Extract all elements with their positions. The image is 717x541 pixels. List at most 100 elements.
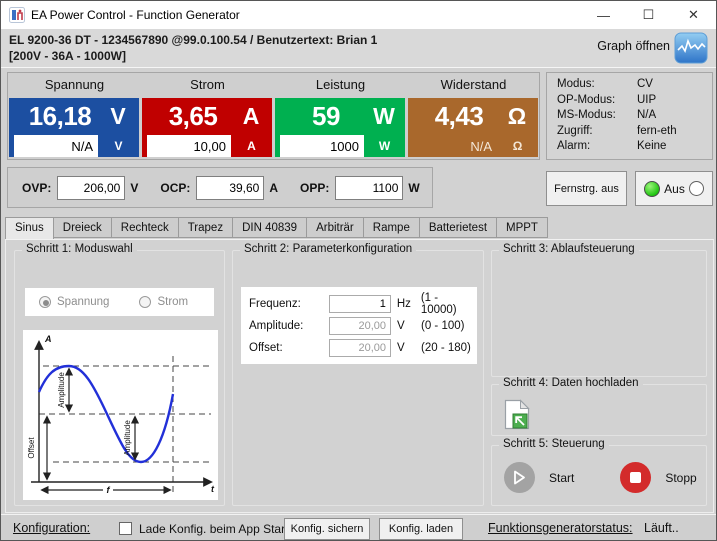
function-tabstrip: Sinus Dreieck Rechteck Trapez DIN 40839 … (5, 217, 548, 239)
device-info-line: EL 9200-36 DT - 1234567890 @99.0.100.54 … (9, 33, 377, 47)
radio-current-icon (139, 296, 151, 308)
access-value: fern-eth (637, 125, 677, 141)
radio-voltage-label: Spannung (57, 296, 109, 308)
step3-group: Schritt 3: Ablaufsteuerung (491, 250, 707, 377)
ocp-input[interactable] (196, 176, 264, 200)
ovp-label: OVP: (22, 181, 51, 195)
output-state-label: Aus (664, 182, 685, 196)
radio-voltage[interactable]: Spannung (39, 296, 109, 308)
tab-trapez[interactable]: Trapez (179, 217, 233, 238)
current-column: Strom 3,65 A A (141, 73, 274, 159)
measurement-block: Spannung 16,18 V V Strom 3,65 A (7, 72, 540, 160)
graph-icon[interactable] (674, 32, 708, 64)
frequency-label: f (107, 485, 111, 495)
frequency-range: (1 - 10000) (421, 292, 477, 316)
step4-title: Schritt 4: Daten hochladen (499, 377, 643, 389)
resistance-header: Widerstand (407, 73, 540, 97)
load-config-checkbox[interactable] (119, 522, 132, 535)
power-set-unit: W (364, 139, 405, 153)
tab-mppt[interactable]: MPPT (497, 217, 548, 238)
opp-unit: W (408, 181, 419, 195)
frequency-unit: Hz (397, 298, 421, 310)
ovp-input[interactable] (57, 176, 125, 200)
voltage-set-input[interactable] (14, 135, 98, 157)
configuration-link[interactable]: Konfiguration: (13, 521, 90, 535)
power-column: Leistung 59 W W (274, 73, 407, 159)
diagram-y-axis-label: A (44, 334, 52, 344)
tab-arbitraer[interactable]: Arbiträr (307, 217, 364, 238)
tab-sinus[interactable]: Sinus (5, 217, 54, 239)
stop-label: Stopp (665, 471, 696, 485)
tab-rechteck[interactable]: Rechteck (112, 217, 179, 238)
amplitude-unit: V (397, 320, 421, 332)
step1-title: Schritt 1: Moduswahl (22, 243, 137, 255)
current-set-input[interactable] (147, 135, 231, 157)
access-label: Zugriff: (557, 125, 637, 141)
generator-status-value: Läuft.. (644, 521, 679, 535)
radio-current[interactable]: Strom (139, 296, 188, 308)
power-set-input[interactable] (280, 135, 364, 157)
current-actual-value: 3,65 (142, 101, 230, 132)
upload-file-icon[interactable] (504, 399, 530, 430)
start-label: Start (549, 471, 574, 485)
step5-group: Schritt 5: Steuerung Start Stopp (491, 445, 707, 506)
protection-panel: OVP: V OCP: A OPP: W (7, 167, 433, 208)
mode-select-box: Spannung Strom (25, 288, 214, 316)
open-graph-button[interactable]: Graph öffnen (597, 39, 670, 53)
op-mode-label: OP-Modus: (557, 94, 637, 110)
tab-rampe[interactable]: Rampe (364, 217, 420, 238)
step1-group: Schritt 1: Moduswahl Spannung Strom (14, 250, 225, 506)
resistance-set-value: N/A (413, 139, 497, 154)
load-config-button[interactable]: Konfig. laden (379, 518, 463, 540)
radio-voltage-icon (39, 296, 51, 308)
offset-input[interactable] (329, 339, 391, 357)
tab-batterietest[interactable]: Batterietest (420, 217, 497, 238)
radio-current-label: Strom (157, 296, 188, 308)
offset-unit: V (397, 342, 421, 354)
opp-input[interactable] (335, 176, 403, 200)
led-off-icon (689, 181, 704, 196)
stop-icon[interactable] (620, 462, 651, 493)
maximize-icon[interactable]: ☐ (626, 1, 671, 29)
power-header: Leistung (274, 73, 407, 97)
generator-status-link[interactable]: Funktionsgeneratorstatus: (488, 521, 633, 535)
voltage-header: Spannung (8, 73, 141, 97)
amplitude-input[interactable] (329, 317, 391, 335)
step2-group: Schritt 2: Parameterkonfiguration Freque… (232, 250, 484, 506)
app-window: EA Power Control - Function Generator — … (0, 0, 717, 541)
frequency-input[interactable] (329, 295, 391, 313)
resistance-panel: 4,43 Ω N/A Ω (408, 98, 538, 157)
amplitude-label: Amplitude: (249, 320, 329, 332)
amplitude-label-bottom: Amplitude (123, 420, 132, 456)
alarm-label: Alarm: (557, 140, 637, 156)
voltage-set-unit: V (98, 139, 139, 153)
window-title: EA Power Control - Function Generator (31, 8, 240, 22)
amplitude-label-top: Amplitude (57, 372, 66, 408)
ocp-unit: A (269, 181, 278, 195)
current-header: Strom (141, 73, 274, 97)
save-config-button[interactable]: Konfig. sichern (284, 518, 370, 540)
op-mode-value: UIP (637, 94, 656, 110)
ocp-label: OCP: (160, 181, 190, 195)
tab-din40839[interactable]: DIN 40839 (233, 217, 307, 238)
current-unit: A (230, 103, 272, 130)
resistance-column: Widerstand 4,43 Ω N/A Ω (407, 73, 540, 159)
start-icon[interactable] (504, 462, 535, 493)
ovp-unit: V (130, 181, 138, 195)
minimize-icon[interactable]: — (581, 1, 626, 29)
remote-control-button[interactable]: Fernstrg. aus (546, 171, 627, 206)
opp-label: OPP: (300, 181, 329, 195)
output-state-panel[interactable]: Aus (635, 171, 713, 206)
close-icon[interactable]: ✕ (671, 1, 716, 29)
footer-bar: Konfiguration: Lade Konfig. beim App Sta… (1, 514, 716, 541)
offset-range: (20 - 180) (421, 342, 471, 354)
tab-dreieck[interactable]: Dreieck (54, 217, 112, 238)
sine-diagram: A t Amplitude Amplitude Offset f (23, 330, 218, 500)
resistance-set-unit: Ω (497, 139, 538, 153)
power-actual-value: 59 (275, 101, 363, 132)
mode-value: CV (637, 78, 653, 94)
voltage-unit: V (97, 103, 139, 130)
amplitude-range: (0 - 100) (421, 320, 464, 332)
load-config-checkbox-label: Lade Konfig. beim App Start (139, 522, 288, 536)
title-bar: EA Power Control - Function Generator — … (1, 1, 716, 29)
